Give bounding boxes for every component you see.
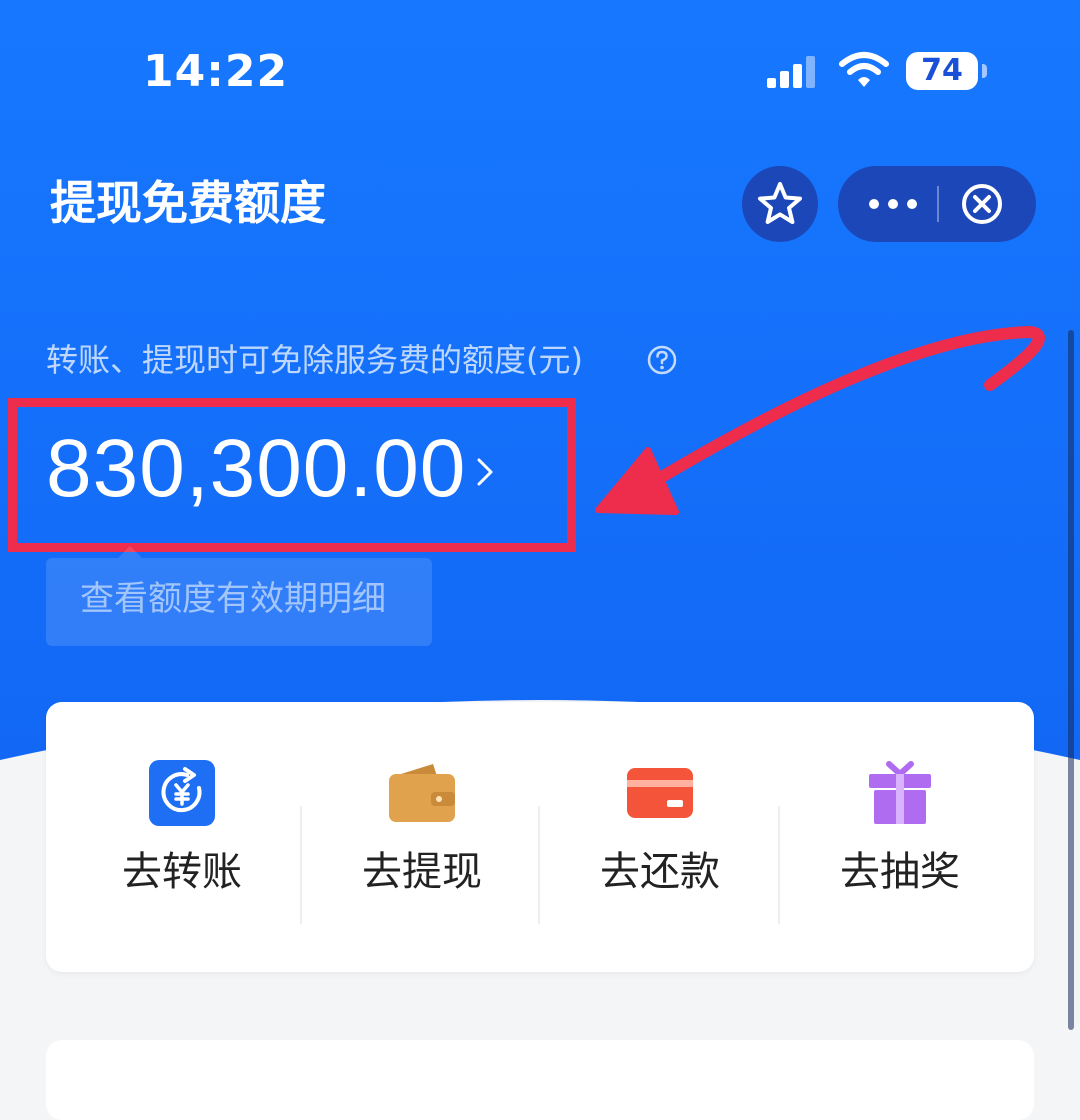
withdraw-action[interactable]: 去提现 xyxy=(302,702,542,972)
scrollbar[interactable] xyxy=(1068,330,1074,1030)
gift-icon xyxy=(869,761,931,824)
transfer-label: 去转账 xyxy=(122,849,242,895)
repay-action[interactable]: 去还款 xyxy=(540,702,780,972)
repay-label: 去还款 xyxy=(600,849,720,895)
withdraw-label: 去提现 xyxy=(362,849,482,895)
lottery-label: 去抽奖 xyxy=(840,849,960,895)
action-card: 去转账 去提现 去还款 去抽奖 xyxy=(46,702,1034,972)
transfer-yuan-icon xyxy=(149,760,215,826)
lower-card xyxy=(46,1040,1034,1120)
lottery-action[interactable]: 去抽奖 xyxy=(780,702,1020,972)
transfer-action[interactable]: 去转账 xyxy=(62,702,302,972)
credit-card-icon xyxy=(627,768,693,818)
wallet-icon xyxy=(389,764,455,822)
